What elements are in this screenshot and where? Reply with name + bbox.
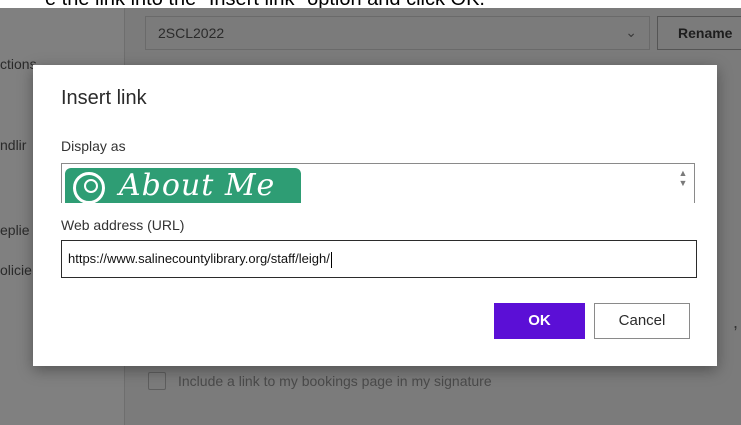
background-text-fragment: , bbox=[733, 312, 739, 332]
chevron-down-icon: ⌄ bbox=[625, 24, 637, 40]
display-as-scrollbar[interactable]: ▲ ▼ bbox=[676, 168, 690, 188]
ok-button[interactable]: OK bbox=[494, 303, 585, 339]
sidebar-item-fragment[interactable]: eplie bbox=[0, 222, 30, 238]
url-label: Web address (URL) bbox=[61, 217, 185, 233]
person-circle-icon bbox=[73, 172, 105, 203]
rename-button[interactable]: Rename bbox=[657, 16, 741, 50]
dialog-title: Insert link bbox=[61, 87, 147, 109]
text-caret bbox=[330, 251, 332, 268]
sidebar-item-fragment[interactable]: ctions bbox=[0, 56, 37, 72]
url-input-value: https://www.salinecountylibrary.org/staf… bbox=[68, 251, 330, 266]
signature-select[interactable]: 2SCL2022 ⌄ bbox=[145, 16, 650, 50]
signature-select-value: 2SCL2022 bbox=[158, 25, 225, 41]
bookings-link-checkbox-label: Include a link to my bookings page in my… bbox=[178, 373, 492, 389]
url-input[interactable]: https://www.salinecountylibrary.org/staf… bbox=[61, 240, 697, 278]
sidebar-item-fragment[interactable]: olicie bbox=[0, 262, 32, 278]
scroll-up-icon[interactable]: ▲ bbox=[676, 168, 690, 178]
display-as-label: Display as bbox=[61, 138, 126, 154]
sidebar-item-fragment[interactable]: ndlir bbox=[0, 137, 26, 153]
about-me-image-text: About Me bbox=[119, 168, 276, 203]
about-me-image: About Me bbox=[65, 168, 301, 203]
display-as-field[interactable]: About Me ▲ ▼ bbox=[61, 163, 695, 203]
insert-link-dialog: Insert link Display as About Me ▲ ▼ Web … bbox=[33, 65, 717, 366]
bookings-link-checkbox[interactable] bbox=[148, 372, 166, 390]
scroll-down-icon[interactable]: ▼ bbox=[676, 178, 690, 188]
cancel-button[interactable]: Cancel bbox=[594, 303, 690, 339]
